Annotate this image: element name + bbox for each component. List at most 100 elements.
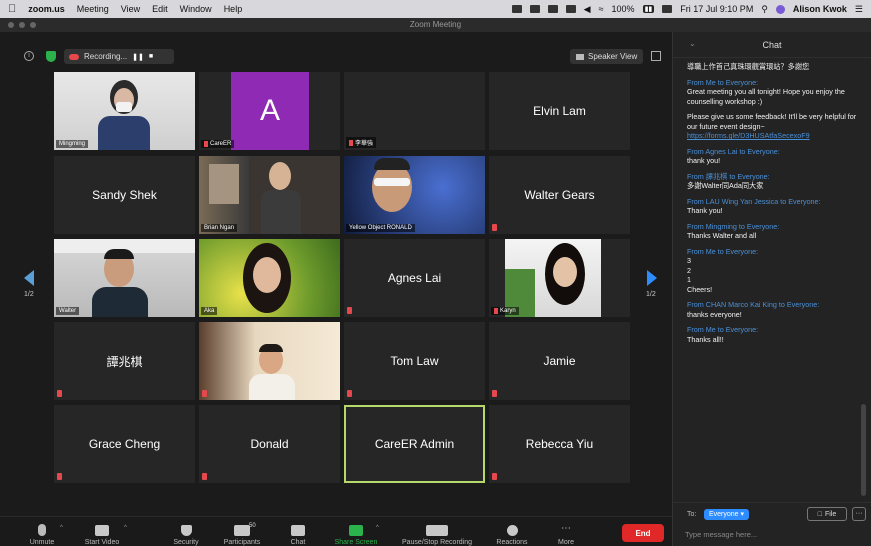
airplay-icon[interactable] [565, 5, 576, 13]
battery-icon[interactable]: ▮▮ [642, 5, 655, 13]
battery-text: 100% [611, 4, 635, 14]
menu-help[interactable]: Help [224, 4, 243, 14]
next-page-arrow-icon[interactable] [647, 270, 657, 286]
chat-more-button[interactable]: ··· [852, 507, 866, 521]
video-tile[interactable]: Agnes Lai [344, 239, 485, 317]
video-tile[interactable]: 李華強 [344, 72, 485, 150]
video-tile[interactable]: Brian Ngan [199, 156, 340, 234]
audio-options-chevron-icon[interactable]: ^ [60, 525, 63, 531]
minimize-window-button[interactable] [19, 22, 25, 28]
active-speaker-tile[interactable]: CareER Admin [344, 405, 485, 483]
end-meeting-button[interactable]: End [622, 524, 664, 542]
participants-icon: 50 [234, 523, 256, 536]
video-tile[interactable]: Walter Gears [489, 156, 630, 234]
participant-name: Sandy Shek [92, 188, 157, 202]
participant-name: Grace Cheng [88, 437, 161, 451]
video-tile[interactable]: Grace Cheng [54, 405, 195, 483]
video-tile[interactable]: Tom Law [344, 322, 485, 400]
video-tile[interactable]: Donald [199, 405, 340, 483]
chat-title: Chat [762, 39, 782, 50]
speaker-view-label: Speaker View [588, 52, 638, 61]
spotlight-icon[interactable]: ⚲ [761, 4, 768, 15]
reactions-button[interactable]: Reactions [490, 517, 534, 546]
input-source-icon[interactable] [662, 5, 673, 13]
mic-muted-icon [57, 473, 62, 480]
speaker-view-button[interactable]: Speaker View [570, 49, 644, 64]
recipient-dropdown[interactable]: Everyone ▾ [704, 509, 750, 520]
zoom-window-button[interactable] [30, 22, 36, 28]
chat-message: From Mingming to Everyone: Thanks Walter… [687, 221, 780, 241]
video-tile[interactable]: Rebecca Yiu [489, 405, 630, 483]
share-screen-button[interactable]: Share Screen [326, 517, 386, 546]
mic-muted-icon [202, 390, 207, 397]
share-options-chevron-icon[interactable]: ^ [376, 525, 379, 531]
chat-message: 導職上作首己真珠環觀賞環站？多謝您 [687, 62, 810, 71]
security-button[interactable]: Security [166, 517, 206, 546]
menu-meeting[interactable]: Meeting [77, 4, 109, 14]
volume-icon[interactable]: ◀ [584, 4, 591, 15]
chat-scrollbar[interactable] [861, 404, 866, 496]
status-icon[interactable] [511, 5, 522, 13]
meeting-toolbar: Unmute ^ Start Video ^ Security 50 Parti… [0, 516, 672, 546]
fullscreen-icon[interactable] [651, 51, 661, 61]
meeting-topbar: i Recording... ❚❚ ■ Speaker View [0, 32, 672, 72]
chat-button[interactable]: Chat [282, 517, 314, 546]
pause-stop-recording-button[interactable]: Pause/Stop Recording [392, 517, 482, 546]
participant-avatar: A [231, 72, 309, 150]
unmute-button[interactable]: Unmute [22, 517, 62, 546]
info-icon[interactable]: i [24, 51, 34, 61]
menu-window[interactable]: Window [180, 4, 212, 14]
status-icon[interactable] [547, 5, 558, 13]
start-video-button[interactable]: Start Video [76, 517, 128, 546]
file-icon: □ [817, 510, 822, 518]
speaker-view-icon [576, 53, 584, 60]
more-button[interactable]: ⋯ More [548, 517, 584, 546]
pause-recording-icon[interactable]: ❚❚ [132, 53, 144, 61]
video-feed [344, 156, 485, 234]
menu-edit[interactable]: Edit [152, 4, 168, 14]
status-icon[interactable] [529, 5, 540, 13]
user-avatar-icon[interactable] [775, 4, 785, 14]
wifi-icon[interactable]: ≈ [599, 4, 604, 14]
apple-icon[interactable]:  [8, 3, 16, 15]
video-tile[interactable]: A CareER [199, 72, 340, 150]
participant-name-label: Aka [201, 307, 218, 315]
clock[interactable]: Fri 17 Jul 9:10 PM [680, 4, 753, 14]
video-tile[interactable]: Aka [199, 239, 340, 317]
participant-name: Walter Gears [524, 188, 595, 202]
video-tile[interactable]: Sandy Shek [54, 156, 195, 234]
video-tile[interactable]: Jamie [489, 322, 630, 400]
macos-menubar:  zoom.us Meeting View Edit Window Help … [0, 0, 871, 18]
menu-app[interactable]: zoom.us [28, 4, 65, 14]
chat-message: From LAU Wing Yan Jessica to Everyone: T… [687, 196, 821, 216]
participant-name-label: 李華強 [346, 137, 377, 148]
video-tile[interactable] [199, 322, 340, 400]
menu-view[interactable]: View [121, 4, 140, 14]
video-tile[interactable]: Yellow Object RONALD [344, 156, 485, 234]
chat-messages[interactable]: 導職上作首己真珠環觀賞環站？多謝您 From Me to Everyone: G… [687, 62, 857, 502]
video-feed [54, 72, 195, 150]
cloud-record-icon [69, 53, 79, 60]
encryption-shield-icon[interactable] [46, 51, 56, 62]
chat-message: From Me to Everyone: Great meeting you a… [687, 77, 845, 106]
chat-header: ⌄ Chat [673, 32, 871, 58]
control-center-icon[interactable]: ☰ [855, 4, 863, 15]
video-tile[interactable]: Mingming [54, 72, 195, 150]
video-tile[interactable]: Walter [54, 239, 195, 317]
chat-message: From Me to Everyone: Thanks all!! [687, 325, 759, 344]
prev-page-arrow-icon[interactable] [24, 270, 34, 286]
user-name[interactable]: Alison Kwok [793, 4, 847, 14]
video-tile[interactable]: Karyn [489, 239, 630, 317]
participant-name: Elvin Lam [533, 104, 586, 118]
close-window-button[interactable] [8, 22, 14, 28]
video-tile[interactable]: 譚兆棋 [54, 322, 195, 400]
stop-recording-icon[interactable]: ■ [149, 53, 153, 60]
chevron-down-icon[interactable]: ⌄ [689, 39, 696, 48]
send-file-button[interactable]: □ File [807, 507, 847, 521]
participants-button[interactable]: 50 Participants [214, 517, 270, 546]
chat-message-input[interactable] [685, 527, 861, 541]
video-tile[interactable]: Elvin Lam [489, 72, 630, 150]
video-options-chevron-icon[interactable]: ^ [124, 525, 127, 531]
page-indicator-left: 1/2 [24, 291, 34, 298]
feedback-link[interactable]: https://forms.gle/D3HUSAtfaSecexoF9 [687, 131, 857, 141]
